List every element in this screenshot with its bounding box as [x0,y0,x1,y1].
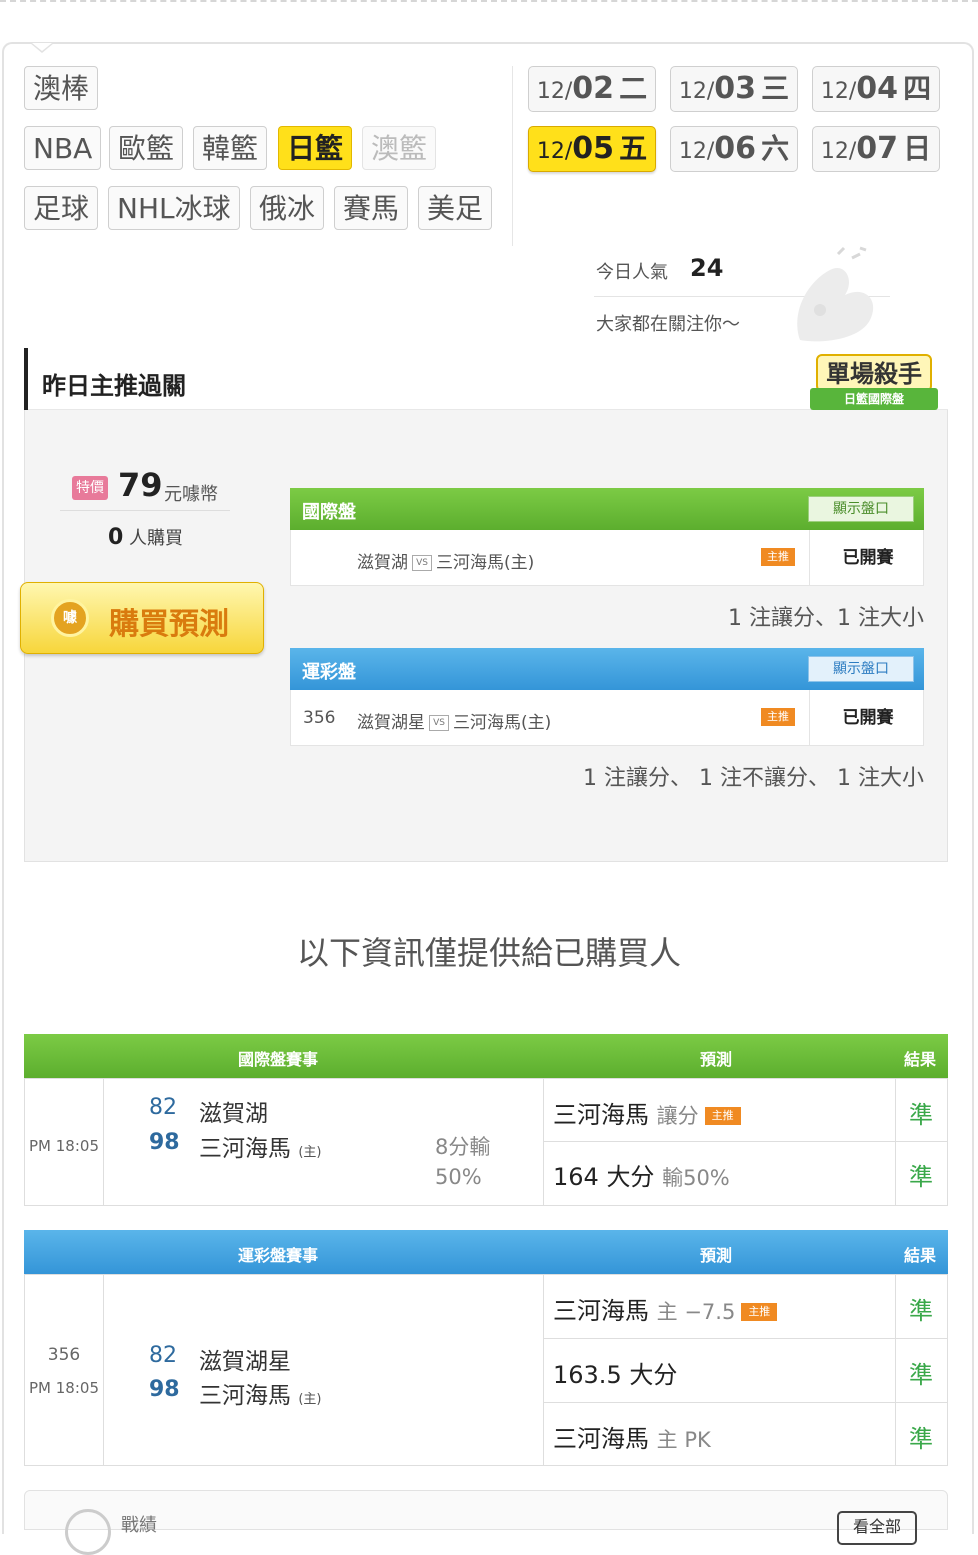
sport-tag-kr-basketball[interactable]: 韓籃 [193,126,268,170]
team2-name: 三河海馬 (主) [199,1383,322,1409]
date-1207[interactable]: 12/07 日 [812,126,940,172]
intl-market-note: 1 注讓分、1 注大小 [728,606,924,631]
date-1203[interactable]: 12/03 三 [670,66,798,112]
main-pick-tag: 主推 [761,708,795,726]
prediction-3: 三河海馬 主 PK [553,1425,711,1453]
sport-tag-khl[interactable]: 俄冰 [250,186,325,230]
match-time: PM 18:05 [29,1379,99,1397]
show-odds-button[interactable]: 顯示盤口 [808,656,914,682]
record-panel: 戰績 看全部 [24,1490,948,1555]
intl-result-table: PM 18:05 82 滋賀湖 98 三河海馬 (主) 8分輸 50% 三河海馬… [24,1078,948,1206]
prediction-1: 三河海馬 讓分 主推 [553,1095,741,1130]
team2-score: 98 [149,1130,180,1155]
team2-name: 三河海馬 (主) [199,1136,322,1162]
single-match-killer-badge: 單場殺手 日籃國際盤 [806,350,940,422]
prediction-1: 三河海馬 主 −7.5 主推 [553,1291,778,1326]
prediction-2-result: 準 [909,1361,933,1389]
price-unit: 元噱幣 [164,484,218,505]
game-code: 356 [303,708,336,728]
vs-icon: VS [412,555,432,571]
popularity-subtext: 大家都在關注你～ [596,314,740,335]
home-team: 滋賀湖 [357,553,408,573]
buy-prediction-button[interactable]: 噱 購買預測 [20,582,264,654]
sports-result-table-header: 運彩盤賽事 預測 結果 [24,1230,948,1274]
prediction-2: 163.5 大分 [553,1361,678,1389]
sport-tag-nfl[interactable]: 美足 [418,186,493,230]
special-price-tag: 特價 [72,476,108,500]
game-code: 356 [47,1345,81,1365]
filter-separator [512,66,513,246]
prediction-2-result: 準 [909,1163,933,1191]
popularity-label: 今日人氣 [596,262,668,283]
team1-name: 滋賀湖星 [199,1349,291,1375]
badge-title: 單場殺手 [816,354,932,392]
spread-percent: 50% [435,1165,482,1189]
home-team: 滋賀湖星 [357,713,425,733]
away-team: 三河海馬(主) [436,553,535,573]
main-pick-tag: 主推 [761,548,795,566]
sports-result-table: 356 PM 18:05 82 滋賀湖星 98 三河海馬 (主) 三河海馬 主 … [24,1274,948,1466]
prediction-1-result: 準 [909,1297,933,1325]
sport-tag-aus-basketball: 澳籃 [362,126,437,170]
record-label: 戰績 [121,1515,157,1536]
sports-lottery-note: 1 注讓分、 1 注不讓分、 1 注大小 [583,766,924,791]
sport-tag-nhl[interactable]: NHL冰球 [108,186,240,230]
match-time: PM 18:05 [29,1137,99,1155]
team2-score: 98 [149,1377,180,1402]
sport-tag-jp-basketball[interactable]: 日籃 [278,126,353,170]
date-1204[interactable]: 12/04 四 [812,66,940,112]
date-1206[interactable]: 12/06 六 [670,126,798,172]
sport-tag-soccer[interactable]: 足球 [24,186,99,230]
sport-tag-horse-racing[interactable]: 賽馬 [334,186,409,230]
main-pick-tag: 主推 [741,1303,778,1321]
panel-title: 昨日主推過關 [42,372,186,400]
intl-market-row: 滋賀湖 VS 三河海馬(主) 主推 已開賽 [290,530,924,586]
sport-tag-nba[interactable]: NBA [24,126,102,170]
intl-market-header: 國際盤 顯示盤口 [290,488,924,530]
date-1205-selected[interactable]: 12/05 五 [528,126,656,172]
vs-icon: VS [429,715,449,731]
prediction-1-result: 準 [909,1101,933,1129]
buyers-only-notice: 以下資訊僅提供給已購買人 [296,934,681,972]
mascot-illustration [797,246,874,342]
spread-result: 8分輸 [435,1135,491,1159]
team1-score: 82 [149,1095,177,1120]
sports-lottery-row: 356 滋賀湖星 VS 三河海馬(主) 主推 已開賽 [290,690,924,746]
popularity-count: 24 [690,254,724,282]
intl-result-table-header: 國際盤賽事 預測 結果 [24,1034,948,1078]
match-status: 已開賽 [809,530,926,586]
date-1202[interactable]: 12/02 二 [528,66,656,112]
top-dashed-divider [0,0,978,2]
price-value: 79 [118,466,163,504]
match-status: 已開賽 [809,690,926,746]
prediction-2: 164 大分 輸50% [553,1163,730,1191]
coin-icon: 噱 [51,599,89,637]
prediction-3-result: 準 [909,1425,933,1453]
sport-tag-eu-basketball[interactable]: 歐籃 [109,126,184,170]
team1-name: 滋賀湖 [199,1101,268,1127]
view-all-button[interactable]: 看全部 [837,1511,917,1545]
away-team: 三河海馬(主) [453,713,552,733]
show-odds-button[interactable]: 顯示盤口 [808,496,914,522]
buy-prediction-label: 購買預測 [109,607,229,642]
team1-score: 82 [149,1343,177,1368]
main-pick-tag: 主推 [704,1107,741,1125]
sports-lottery-header: 運彩盤 顯示盤口 [290,648,924,690]
badge-subtitle: 日籃國際盤 [810,388,938,410]
sport-tag-aus-baseball[interactable]: 澳棒 [24,66,99,110]
record-icon [65,1509,111,1555]
buyers-count: 0 人購買 [108,525,184,550]
